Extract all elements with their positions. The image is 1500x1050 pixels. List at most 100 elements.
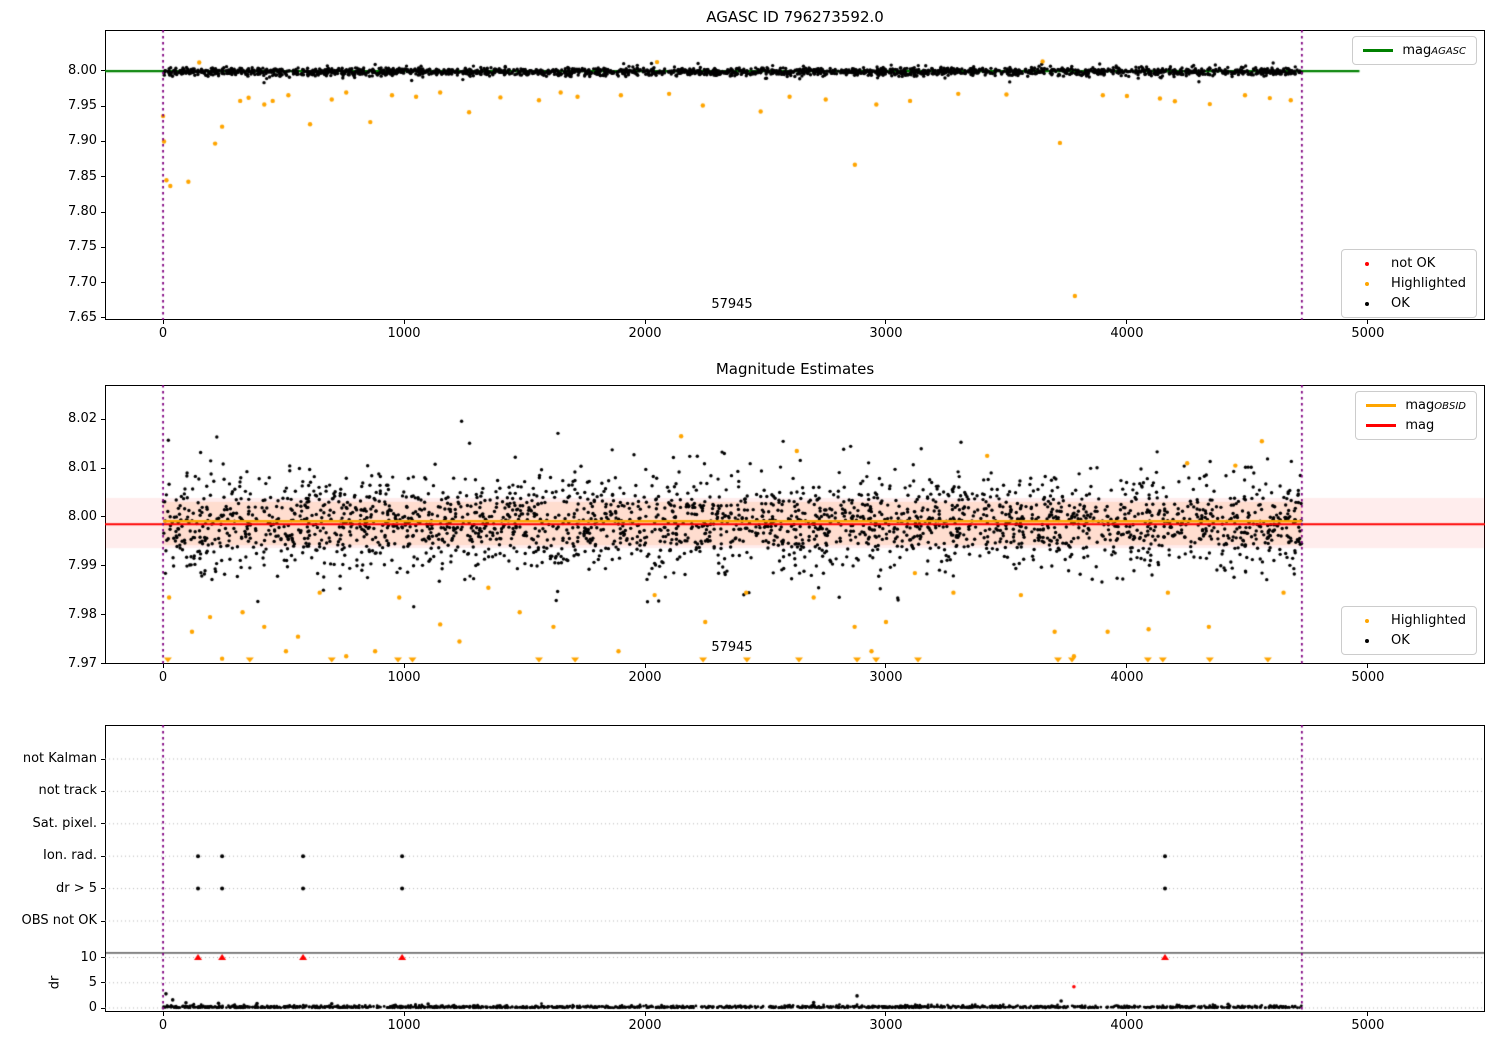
- y-tick-label: 8.02: [68, 411, 97, 427]
- y-tick-mark: [101, 663, 105, 664]
- y-tick-mark: [101, 246, 105, 248]
- x-tick-mark: [885, 664, 887, 668]
- orange-dot-swatch: [1352, 618, 1382, 623]
- y-tick-label: 7.98: [68, 606, 97, 622]
- x-tick-mark: [403, 664, 405, 668]
- legend-item-highlighted: Highlighted: [1352, 276, 1466, 291]
- legend-label: magAGASC: [1402, 43, 1466, 58]
- flag-tick-label: Sat. pixel.: [32, 815, 97, 831]
- legend-label: Highlighted: [1391, 613, 1466, 628]
- y-tick-label: 7.80: [68, 204, 97, 220]
- flag-tick-mark: [101, 823, 105, 825]
- x-tick-label: 0: [158, 1018, 168, 1033]
- flag-tick-label: Ion. rad.: [43, 848, 97, 864]
- dr-tick-mark: [101, 982, 105, 984]
- legend-label: OK: [1391, 633, 1410, 648]
- y-tick-label: 7.95: [68, 98, 97, 114]
- agasc-mag-canvas: [105, 30, 1485, 320]
- flag-tick-mark: [101, 920, 105, 922]
- x-tick-label: 2000: [628, 670, 662, 685]
- y-tick-mark: [101, 176, 105, 178]
- y-tick-mark: [101, 70, 105, 72]
- legend-item-mag-agasc: magAGASC: [1363, 43, 1466, 58]
- legend-item-ok: OK: [1352, 633, 1466, 648]
- y-tick-mark: [101, 282, 105, 284]
- plot-title-magnitude-estimates: Magnitude Estimates: [715, 360, 875, 378]
- y-tick-mark: [101, 614, 105, 616]
- legend-label: magOBSID: [1405, 398, 1466, 413]
- page-title: AGASC ID 796273592.0: [706, 8, 884, 26]
- x-tick-mark: [644, 320, 646, 324]
- legend-label: Highlighted: [1391, 276, 1466, 291]
- x-tick-mark: [644, 664, 646, 668]
- x-tick-label: 1000: [387, 326, 421, 341]
- x-tick-label: 1000: [387, 670, 421, 685]
- legend-item-not-ok: not OK: [1352, 256, 1466, 271]
- flag-tick-mark: [101, 888, 105, 890]
- y-tick-mark: [101, 418, 105, 420]
- x-tick-label: 1000: [387, 1018, 421, 1033]
- x-tick-label: 0: [158, 670, 168, 685]
- x-tick-mark: [644, 1012, 646, 1016]
- x-tick-mark: [403, 320, 405, 324]
- legend-label: mag: [1405, 418, 1435, 433]
- y-tick-label: 7.97: [68, 655, 97, 671]
- flags-dr-canvas: [105, 725, 1485, 1012]
- y-tick-label: 7.75: [68, 239, 97, 255]
- x-tick-label: 0: [158, 326, 168, 341]
- legend-mag-agasc: magAGASC: [1352, 36, 1477, 65]
- flag-tick-label: not Kalman: [22, 751, 97, 766]
- x-tick-mark: [885, 1012, 887, 1016]
- figure: AGASC ID 796273592.0 Magnitude Estimates…: [0, 0, 1500, 1050]
- red-dot-swatch: [1352, 261, 1382, 266]
- y-tick-label: 7.99: [68, 557, 97, 573]
- black-dot-swatch: [1352, 301, 1382, 306]
- x-tick-mark: [162, 1012, 164, 1016]
- flag-tick-label: not track: [38, 783, 97, 799]
- y-tick-mark: [101, 105, 105, 107]
- legend-item-mag-obsid: magOBSID: [1366, 398, 1466, 413]
- orange-dot-swatch: [1352, 281, 1382, 286]
- x-tick-mark: [885, 320, 887, 324]
- y-tick-label: 8.00: [68, 62, 97, 78]
- legend-label: OK: [1391, 296, 1410, 311]
- legend-item-mag: mag: [1366, 418, 1466, 433]
- x-tick-mark: [1126, 664, 1128, 668]
- x-tick-label: 3000: [869, 326, 903, 341]
- x-tick-label: 5000: [1351, 1018, 1385, 1033]
- x-tick-mark: [1126, 320, 1128, 324]
- green-line-swatch: [1363, 49, 1394, 52]
- flag-tick-mark: [101, 855, 105, 857]
- x-tick-mark: [1367, 320, 1369, 324]
- x-tick-label: 2000: [628, 326, 662, 341]
- x-tick-label: 5000: [1351, 326, 1385, 341]
- y-tick-mark: [101, 211, 105, 213]
- orange-line-swatch: [1366, 404, 1397, 407]
- legend-top-markers: not OK Highlighted OK: [1341, 249, 1477, 318]
- y-tick-label: 8.01: [68, 460, 97, 476]
- y-tick-mark: [101, 516, 105, 518]
- legend-item-highlighted: Highlighted: [1352, 613, 1466, 628]
- black-dot-swatch: [1352, 638, 1382, 643]
- y-tick-label: 7.90: [68, 133, 97, 149]
- red-line-swatch: [1366, 424, 1397, 427]
- flag-tick-mark: [101, 758, 105, 760]
- mag-estimates-canvas: [105, 385, 1485, 664]
- x-tick-mark: [1367, 1012, 1369, 1016]
- flag-tick-mark: [101, 790, 105, 792]
- legend-mag-lines: magOBSID mag: [1355, 391, 1477, 440]
- dr-tick-label: 10: [80, 949, 97, 965]
- legend-label: not OK: [1391, 256, 1436, 271]
- y-tick-label: 8.00: [68, 508, 97, 524]
- x-tick-label: 2000: [628, 1018, 662, 1033]
- x-tick-label: 4000: [1110, 670, 1144, 685]
- y-tick-mark: [101, 565, 105, 567]
- x-tick-mark: [403, 1012, 405, 1016]
- dr-tick-label: 0: [88, 1000, 97, 1015]
- y-tick-mark: [101, 317, 105, 319]
- x-tick-mark: [162, 664, 164, 668]
- x-tick-label: 4000: [1110, 326, 1144, 341]
- y-tick-mark: [101, 140, 105, 142]
- x-tick-mark: [1367, 664, 1369, 668]
- x-tick-mark: [1126, 1012, 1128, 1016]
